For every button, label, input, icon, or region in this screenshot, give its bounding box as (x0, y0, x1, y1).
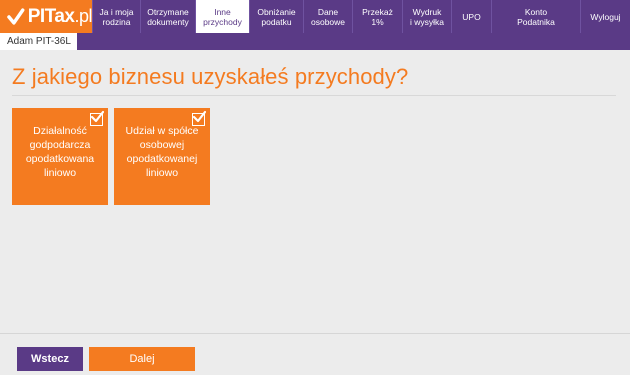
nav-wyloguj[interactable]: Wyloguj (580, 0, 630, 33)
option-udzial-w-spolce[interactable]: Udział w spółce osobowej opodatkowanej l… (114, 108, 210, 205)
nav-konto-podatnika[interactable]: Konto Podatnika (491, 0, 580, 33)
nav-przekaz-1[interactable]: Przekaż 1% (352, 0, 402, 33)
divider (12, 95, 616, 96)
nav-wydruk-i-wysylka[interactable]: Wydruk i wysyłka (402, 0, 451, 33)
person-bar: Adam PIT-36L (0, 33, 630, 50)
nav-otrzymane-dokumenty[interactable]: Otrzymane dokumenty (140, 0, 195, 33)
page-title: Z jakiego biznesu uzyskałeś przychody? (12, 64, 409, 89)
option-label: Udział w spółce osobowej opodatkowanej l… (125, 125, 199, 179)
next-button[interactable]: Dalej (89, 347, 195, 371)
option-dzialalnosc-gospodarcza[interactable]: Działalność godpodarcza opodatkowana lin… (12, 108, 108, 205)
option-label: Działalność godpodarcza opodatkowana lin… (25, 125, 95, 179)
checkbox-checked-icon[interactable] (90, 110, 104, 126)
logo-text: PITax.pl (27, 6, 93, 27)
nav-obnizanie-podatku[interactable]: Obniżanie podatku (249, 0, 303, 33)
back-button[interactable]: Wstecz (17, 347, 83, 371)
top-navigation: PITax.pl Ja i moja rodzina Otrzymane doku… (0, 0, 630, 33)
nav-upo[interactable]: UPO (451, 0, 491, 33)
person-tab[interactable]: Adam PIT-36L (0, 33, 77, 50)
nav-inne-przychody[interactable]: Inne przychody (195, 0, 249, 33)
checkmark-logo-icon (7, 7, 25, 25)
nav-ja-i-moja-rodzina[interactable]: Ja i moja rodzina (92, 0, 140, 33)
checkbox-checked-icon[interactable] (192, 110, 206, 126)
pitax-logo[interactable]: PITax.pl (0, 0, 92, 33)
main-nav: Ja i moja rodzina Otrzymane dokumenty Inne… (92, 0, 630, 33)
nav-dane-osobowe[interactable]: Dane osobowe (303, 0, 352, 33)
